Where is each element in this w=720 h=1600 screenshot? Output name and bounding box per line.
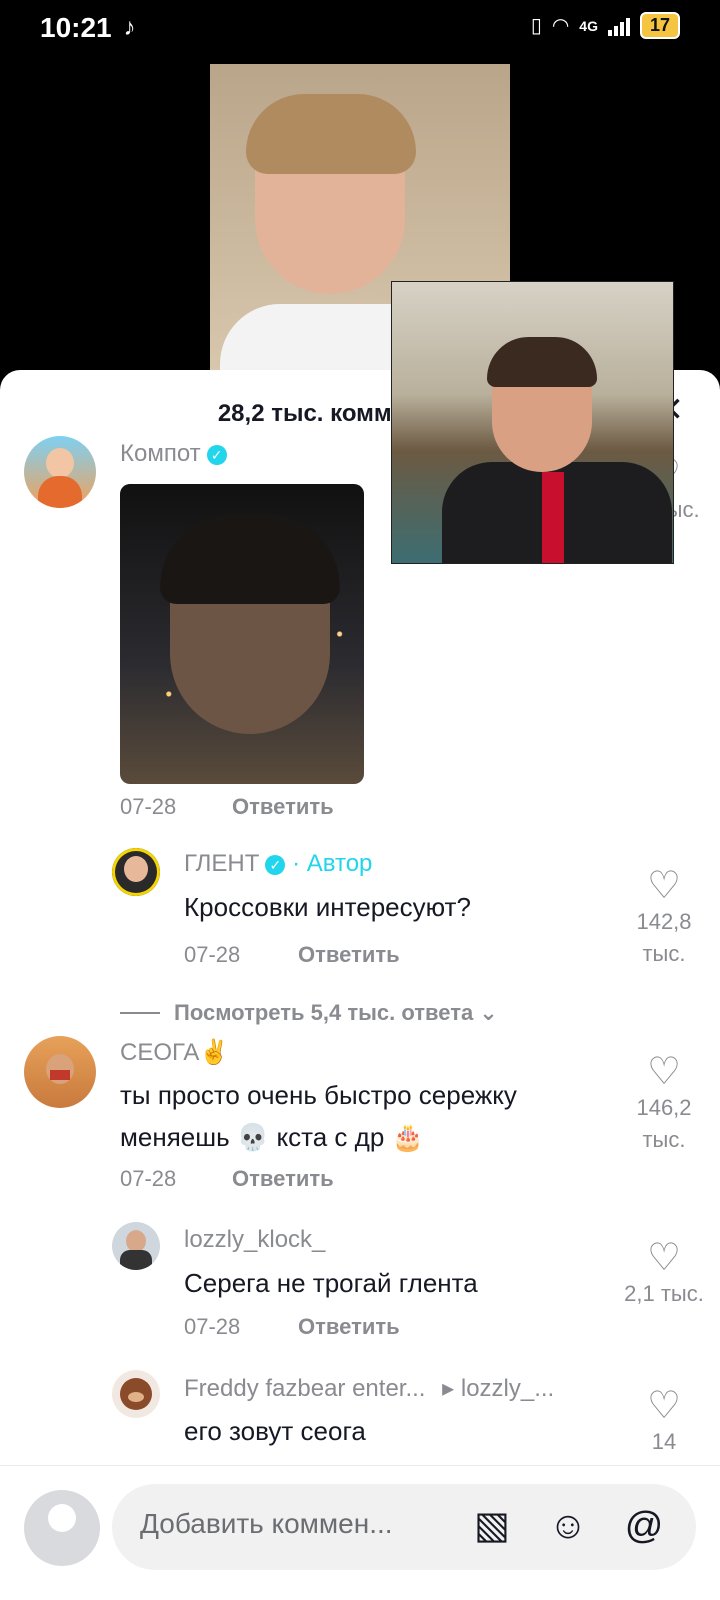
comment-author[interactable]: ГЛЕНТ ✓ · Автор — [184, 850, 372, 878]
author-badge: · Автор — [292, 850, 373, 877]
avatar[interactable] — [112, 1370, 160, 1418]
like-button[interactable]: ♡ 146,2 тыс. — [614, 1052, 714, 1156]
status-time: 10:21 — [40, 12, 112, 43]
video-overlay — [391, 281, 674, 564]
emoji-icon[interactable]: ☺ — [544, 1502, 592, 1550]
reply-button[interactable]: Ответить — [298, 942, 400, 968]
like-button[interactable]: ♡ 14 — [614, 1386, 714, 1458]
view-replies-button[interactable]: Посмотреть 5,4 тыс. ответа ⌄ — [120, 1000, 498, 1026]
reply-button[interactable]: Ответить — [232, 794, 334, 820]
avatar[interactable] — [24, 1036, 96, 1108]
comment-author[interactable]: Компот ✓ — [120, 440, 227, 468]
battery-indicator: 17 — [639, 12, 680, 39]
view-replies-label: Посмотреть 5,4 тыс. ответа — [174, 1000, 474, 1025]
heart-icon: ♡ — [646, 1051, 682, 1093]
comment-date: 07-28 — [184, 1314, 241, 1339]
status-bar: 10:21 ♪ ▯ ◠ 4G 17 — [0, 0, 720, 56]
avatar[interactable] — [112, 848, 160, 896]
chevron-down-icon: ⌄ — [479, 1000, 498, 1025]
comment-input-placeholder: Добавить коммен... — [140, 1508, 393, 1539]
like-count: 142,8 тыс. — [636, 909, 692, 966]
wifi-icon: ◠ — [551, 15, 570, 37]
reply-to: ▸ lozzly_... — [442, 1375, 555, 1402]
comment-text: его зовут сеога — [184, 1416, 366, 1446]
like-button[interactable]: ♡ 2,1 тыс. — [614, 1238, 714, 1310]
comment-author[interactable]: lozzly_klock_ — [184, 1226, 325, 1254]
tiktok-icon: ♪ — [123, 14, 136, 41]
verified-icon: ✓ — [265, 854, 286, 875]
comment-text: Кроссовки интересуют? — [184, 892, 471, 922]
mention-icon[interactable]: @ — [620, 1502, 668, 1550]
like-count: 2,1 тыс. — [624, 1281, 704, 1306]
heart-icon: ♡ — [646, 865, 682, 907]
comment-date: 07-28 — [120, 794, 177, 819]
comment-input[interactable]: Добавить коммен... ▧ ☺ @ — [112, 1484, 696, 1570]
comment-date: 07-28 — [120, 1166, 177, 1191]
verified-icon: ✓ — [206, 444, 227, 465]
signal-icon — [607, 16, 630, 36]
comment-text: Серега не трогай глента — [184, 1268, 478, 1298]
reply-button[interactable]: Ответить — [232, 1166, 334, 1192]
image-icon[interactable]: ▧ — [468, 1502, 516, 1550]
status-icons: ▯ ◠ 4G 17 — [531, 12, 680, 39]
comment-author[interactable]: Freddy fazbear enter... ▸ lozzly_... — [184, 1374, 554, 1403]
like-count: 146,2 тыс. — [636, 1095, 692, 1152]
comment-input-bar: Добавить коммен... ▧ ☺ @ — [0, 1465, 720, 1600]
like-count: 14 — [651, 1429, 677, 1454]
comment-text: ты просто очень быстро сережку меняешь 💀… — [120, 1080, 517, 1152]
heart-icon: ♡ — [646, 1237, 682, 1279]
heart-icon: ♡ — [646, 1385, 682, 1427]
user-avatar[interactable] — [24, 1490, 100, 1566]
avatar[interactable] — [24, 436, 96, 508]
reply-button[interactable]: Ответить — [298, 1314, 400, 1340]
comment-date: 07-28 — [184, 942, 241, 967]
comment-author[interactable]: СЕОГА✌️ — [120, 1038, 229, 1067]
comment-image[interactable] — [120, 484, 364, 784]
like-button[interactable]: ♡ 142,8 тыс. — [614, 866, 714, 970]
avatar[interactable] — [112, 1222, 160, 1270]
network-type: 4G — [579, 17, 598, 34]
vibrate-icon: ▯ — [530, 15, 542, 37]
